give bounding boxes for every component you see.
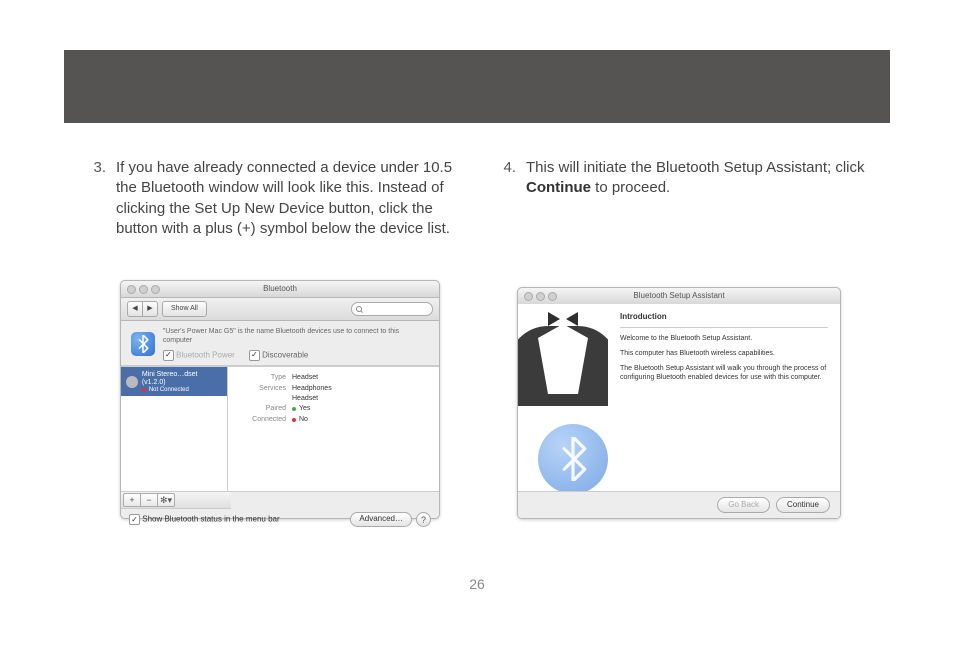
step-3-text: If you have already connected a device u… xyxy=(116,158,460,239)
back-icon[interactable]: ◀ xyxy=(128,304,142,313)
type-value: Headset xyxy=(292,373,318,382)
action-menu-button[interactable]: ✻▾ xyxy=(158,493,175,507)
advanced-button[interactable]: Advanced… xyxy=(350,512,412,527)
computer-name-info: "User's Power Mac G5" is the name Blueto… xyxy=(163,327,429,346)
assistant-body: Introduction Welcome to the Bluetooth Se… xyxy=(518,304,840,518)
bluetooth-icon xyxy=(538,424,608,494)
step-4: 4. This will initiate the Bluetooth Setu… xyxy=(500,158,870,199)
type-key: Type xyxy=(238,373,286,382)
bluetooth-prefs-window: Bluetooth ◀ ▶ Show All "User's Power Mac… xyxy=(120,280,440,519)
assistant-p1: Welcome to the Bluetooth Setup Assistant… xyxy=(620,334,828,343)
show-status-label: Show Bluetooth status in the menu bar xyxy=(142,515,279,524)
paired-value: Yes xyxy=(299,404,310,413)
header-bar xyxy=(64,50,890,123)
search-input[interactable] xyxy=(351,302,433,316)
discoverable-label: Discoverable xyxy=(262,350,308,359)
step-4-text-b: to proceed. xyxy=(591,179,670,196)
show-all-button[interactable]: Show All xyxy=(162,301,207,317)
connected-key: Connected xyxy=(238,415,286,424)
device-name: Mini Stereo…dset (v1.2.0) xyxy=(142,371,222,386)
remove-device-button[interactable]: − xyxy=(141,493,158,507)
services-value-2: Headset xyxy=(292,394,318,403)
assistant-footer: Go Back Continue xyxy=(518,491,840,518)
headset-icon xyxy=(126,376,138,388)
nav-back-forward[interactable]: ◀ ▶ xyxy=(127,301,158,317)
assistant-sidebar-image xyxy=(518,304,608,518)
search-icon xyxy=(356,306,363,313)
bluetooth-power-checkbox[interactable]: Bluetooth Power xyxy=(163,350,235,361)
add-device-button[interactable]: + xyxy=(123,493,141,507)
services-value-1: Headphones xyxy=(292,384,332,393)
device-status: Not Connected xyxy=(149,387,189,394)
show-status-checkbox[interactable]: Show Bluetooth status in the menu bar xyxy=(129,514,280,525)
services-key: Services xyxy=(238,384,286,393)
connected-value: No xyxy=(299,415,308,424)
setup-assistant-window: Bluetooth Setup Assistant Introduction W… xyxy=(517,287,841,519)
step-4-bold: Continue xyxy=(526,179,591,196)
titlebar: Bluetooth Setup Assistant xyxy=(518,288,840,305)
window-title: Bluetooth xyxy=(121,284,439,295)
forward-icon[interactable]: ▶ xyxy=(143,304,157,313)
bluetooth-icon xyxy=(131,332,155,356)
help-button[interactable]: ? xyxy=(416,512,431,527)
step-3: 3. If you have already connected a devic… xyxy=(90,158,460,239)
paired-dot-icon xyxy=(292,407,296,411)
continue-button[interactable]: Continue xyxy=(776,497,830,514)
bluetooth-power-label: Bluetooth Power xyxy=(176,350,235,359)
assistant-p2: This computer has Bluetooth wireless cap… xyxy=(620,349,828,358)
device-list[interactable]: Mini Stereo…dset (v1.2.0) Not Connected xyxy=(121,367,228,491)
connected-dot-icon xyxy=(292,418,296,422)
bluetooth-body: Mini Stereo…dset (v1.2.0) Not Connected … xyxy=(121,366,439,492)
assistant-p3: The Bluetooth Setup Assistant will walk … xyxy=(620,364,828,382)
step-4-number: 4. xyxy=(500,158,516,199)
page-number: 26 xyxy=(0,575,954,594)
assistant-heading: Introduction xyxy=(620,312,828,328)
step-4-text-a: This will initiate the Bluetooth Setup A… xyxy=(526,159,865,176)
toolbar: ◀ ▶ Show All xyxy=(121,298,439,321)
info-row: "User's Power Mac G5" is the name Blueto… xyxy=(121,321,439,366)
titlebar: Bluetooth xyxy=(121,281,439,298)
device-list-item[interactable]: Mini Stereo…dset (v1.2.0) Not Connected xyxy=(121,367,227,396)
discoverable-checkbox[interactable]: Discoverable xyxy=(249,350,308,361)
status-dot-icon xyxy=(142,388,146,392)
window-bottom-bar: Show Bluetooth status in the menu bar Ad… xyxy=(121,509,439,527)
go-back-button[interactable]: Go Back xyxy=(717,497,770,514)
paired-key: Paired xyxy=(238,404,286,413)
device-details: Type Headset Services Headphones Headset P… xyxy=(228,367,342,491)
instructions: 3. If you have already connected a devic… xyxy=(90,158,870,239)
bowtie-icon xyxy=(548,312,578,326)
assistant-content: Introduction Welcome to the Bluetooth Se… xyxy=(608,304,840,518)
step-3-number: 3. xyxy=(90,158,106,239)
step-4-text: This will initiate the Bluetooth Setup A… xyxy=(526,158,870,199)
window-title: Bluetooth Setup Assistant xyxy=(518,291,840,302)
device-list-footer: + − ✻▾ xyxy=(121,492,231,509)
